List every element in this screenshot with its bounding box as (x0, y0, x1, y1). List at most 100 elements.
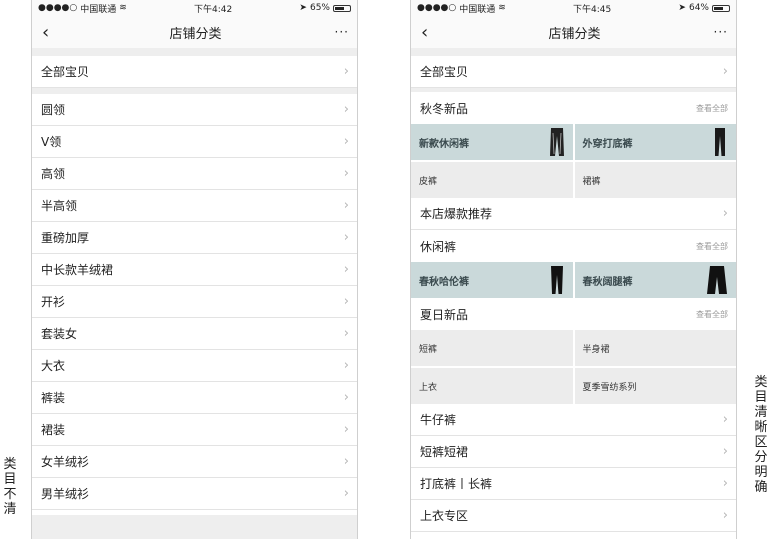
signal-icon: ●●●●○ (38, 3, 78, 13)
nav-bar: ‹ 店铺分类 ··· (411, 16, 736, 48)
category-label: 大衣 (41, 359, 66, 373)
status-time: 下午4:42 (194, 4, 233, 15)
status-bar: ●●●●○ 中国联通 ≋ 下午4:42 ➤ 65% (32, 0, 357, 16)
carrier: 中国联通 (459, 4, 496, 15)
plain-grid: 皮裤 裙裤 (411, 162, 736, 198)
location-icon: ➤ (678, 3, 686, 13)
chevron-right-icon: › (343, 422, 349, 437)
category-item[interactable]: 高领 › (32, 158, 357, 190)
feature-harem-pants[interactable]: 春秋哈伦裤 (411, 262, 573, 298)
page-title: 店铺分类 (548, 26, 601, 42)
view-all-link[interactable]: 查看全部 (696, 103, 728, 114)
category-item[interactable]: 套装女 › (32, 318, 357, 350)
more-icon[interactable]: ··· (329, 25, 349, 39)
chevron-right-icon: › (722, 64, 728, 79)
category-label: 本店爆款推荐 (420, 207, 493, 221)
chevron-right-icon: › (343, 102, 349, 117)
battery-text: 65% (309, 3, 330, 13)
plain-grid: 上衣 夏季雪纺系列 (411, 368, 736, 404)
feature-leggings[interactable]: 外穿打底裤 (574, 124, 736, 160)
category-item[interactable]: 中长款羊绒裙 › (32, 254, 357, 286)
chevron-right-icon: › (343, 262, 349, 277)
pants-icon (707, 266, 727, 294)
category-item[interactable]: V领 › (32, 126, 357, 158)
feature-casual-pants[interactable]: 新款休闲裤 (411, 124, 573, 160)
battery-icon (711, 4, 730, 12)
category-label: 开衫 (41, 295, 66, 309)
feature-label: 外穿打底裤 (582, 138, 633, 150)
category-item[interactable]: 男羊绒衫 › (32, 478, 357, 510)
category-leather-pants[interactable]: 皮裤 (411, 162, 573, 198)
view-all-link[interactable]: 查看全部 (696, 309, 728, 320)
caption-clear: 类目清晰区分明确 (754, 375, 768, 495)
battery-icon (332, 4, 351, 12)
category-item[interactable]: 裤装 › (32, 382, 357, 414)
category-label: 套装女 (41, 327, 78, 341)
category-label: 高领 (41, 167, 66, 181)
category-item[interactable]: 牛仔裤 › (411, 404, 736, 436)
cell-label: 裙裤 (582, 176, 601, 187)
carrier: 中国联通 (80, 4, 117, 15)
category-item[interactable]: 上衣专区 › (411, 500, 736, 532)
feature-label: 春秋哈伦裤 (419, 276, 469, 288)
page-title: 店铺分类 (169, 26, 222, 42)
chevron-right-icon: › (343, 358, 349, 373)
section-casual: 休闲裤 查看全部 (411, 230, 736, 262)
caption-unclear: 类目不清 (3, 457, 17, 517)
category-item[interactable]: 重磅加厚 › (32, 222, 357, 254)
footer-gap (32, 515, 357, 539)
view-all-link[interactable]: 查看全部 (696, 241, 728, 252)
category-label: 全部宝贝 (41, 65, 90, 79)
category-item[interactable]: 裙装 › (32, 414, 357, 446)
back-icon[interactable]: ‹ (42, 22, 62, 43)
feature-wide-leg-pants[interactable]: 春秋阔腿裤 (574, 262, 736, 298)
battery-text: 64% (688, 3, 709, 13)
category-item[interactable]: 开衫 › (32, 286, 357, 318)
chevron-right-icon: › (722, 412, 728, 427)
back-icon[interactable]: ‹ (421, 22, 441, 43)
status-bar: ●●●●○ 中国联通 ≋ 下午4:45 ➤ 64% (411, 0, 736, 16)
category-label: 圆领 (41, 103, 66, 117)
category-item[interactable]: 女羊绒衫 › (32, 446, 357, 478)
cell-label: 半身裙 (582, 344, 610, 355)
category-hot[interactable]: 本店爆款推荐 › (411, 198, 736, 230)
category-all[interactable]: 全部宝贝 › (32, 56, 357, 88)
category-item[interactable]: 短裤短裙 › (411, 436, 736, 468)
category-item[interactable]: 打底裤丨长裤 › (411, 468, 736, 500)
category-label: 短裤短裙 (420, 445, 469, 459)
location-icon: ➤ (299, 3, 307, 13)
section-title: 秋冬新品 (420, 101, 469, 116)
phone-right: ●●●●○ 中国联通 ≋ 下午4:45 ➤ 64% ‹ 店铺分类 ··· 全部宝贝 › … (410, 0, 737, 539)
category-half-skirt[interactable]: 半身裙 (574, 330, 736, 366)
category-culottes[interactable]: 裙裤 (574, 162, 736, 198)
category-chiffon[interactable]: 夏季雪纺系列 (574, 368, 736, 404)
chevron-right-icon: › (343, 390, 349, 405)
more-icon[interactable]: ··· (708, 25, 728, 39)
category-label: 女羊绒衫 (41, 455, 90, 469)
category-item[interactable]: 半高领 › (32, 190, 357, 222)
chevron-right-icon: › (722, 444, 728, 459)
chevron-right-icon: › (343, 134, 349, 149)
phone-left: ●●●●○ 中国联通 ≋ 下午4:42 ➤ 65% ‹ 店铺分类 ··· 全部宝贝 › … (31, 0, 358, 539)
section-autumn-winter: 秋冬新品 查看全部 (411, 92, 736, 124)
section-summer: 夏日新品 查看全部 (411, 298, 736, 330)
pants-icon (715, 128, 725, 156)
pants-icon (549, 128, 564, 156)
category-item[interactable]: 大衣 › (32, 350, 357, 382)
chevron-right-icon: › (722, 476, 728, 491)
feature-label: 春秋阔腿裤 (582, 276, 633, 288)
plain-grid: 短裤 半身裙 (411, 330, 736, 366)
cell-label: 上衣 (419, 382, 438, 393)
category-all[interactable]: 全部宝贝 › (411, 56, 736, 88)
category-label: 裤装 (41, 391, 66, 405)
category-shorts[interactable]: 短裤 (411, 330, 573, 366)
nav-bar: ‹ 店铺分类 ··· (32, 16, 357, 48)
category-tops[interactable]: 上衣 (411, 368, 573, 404)
category-label: 中长款羊绒裙 (41, 263, 114, 277)
category-list: 牛仔裤 › 短裤短裙 › 打底裤丨长裤 › 上衣专区 › (411, 404, 736, 532)
category-item[interactable]: 圆领 › (32, 94, 357, 126)
category-label: 打底裤丨长裤 (420, 477, 493, 491)
feature-grid: 春秋哈伦裤 春秋阔腿裤 (411, 262, 736, 298)
cell-label: 夏季雪纺系列 (582, 382, 637, 393)
feature-label: 新款休闲裤 (419, 138, 469, 150)
